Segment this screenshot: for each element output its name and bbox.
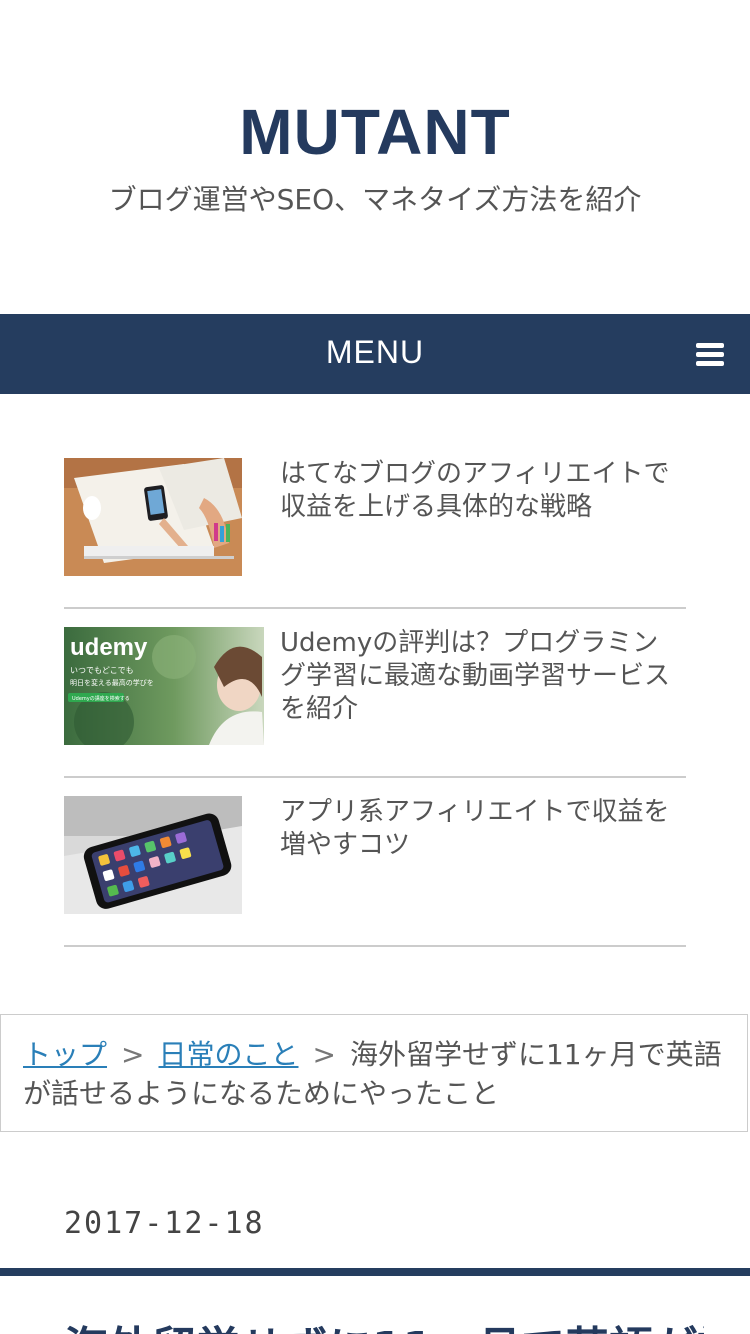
udemy-banner-icon: udemy いつでもどこでも 明日を変える最高の学びを Udemyの講座を検索す… xyxy=(64,627,264,745)
udemy-tagline-2: 明日を変える最高の学びを xyxy=(70,678,154,687)
page: MUTANT ブログ運営やSEO、マネタイズ方法を紹介 MENU はてなブログの… xyxy=(0,0,750,1334)
post-date: 2017-12-18 xyxy=(64,1206,265,1241)
breadcrumb-separator: > xyxy=(312,1038,336,1071)
related-article-title[interactable]: アプリ系アフィリエイトで収益を増やすコツ xyxy=(280,796,682,862)
breadcrumb-link-category[interactable]: 日常のこと xyxy=(158,1038,298,1071)
related-article-item[interactable]: udemy いつでもどこでも 明日を変える最高の学びを Udemyの講座を検索す… xyxy=(64,609,686,778)
menu-label[interactable]: MENU xyxy=(0,334,750,371)
breadcrumb-link-top[interactable]: トップ xyxy=(23,1038,107,1071)
related-article-title[interactable]: Udemyの評判は？プログラミング学習に最適な動画学習サービスを紹介 xyxy=(280,627,682,726)
menu-bar[interactable]: MENU xyxy=(0,314,750,394)
post-title-rule xyxy=(0,1268,750,1276)
breadcrumb-separator: > xyxy=(121,1038,145,1071)
article-thumbnail[interactable] xyxy=(64,796,242,914)
breadcrumb: トップ > 日常のこと > 海外留学せずに11ヶ月で英語が話せるようになるためにやったこ… xyxy=(0,1014,748,1132)
udemy-logo-text: udemy xyxy=(70,634,148,661)
site-title[interactable]: MUTANT xyxy=(0,95,750,169)
desk-sketch-photo-icon xyxy=(64,458,242,576)
article-thumbnail[interactable]: udemy いつでもどこでも 明日を変える最高の学びを Udemyの講座を検索す… xyxy=(64,627,264,745)
related-article-item[interactable]: はてなブログのアフィリエイトで収益を上げる具体的な戦略 xyxy=(64,440,686,609)
post-title: 海外留学せずに11ヶ月で英語が話せるようになるためにやったこと xyxy=(64,1319,704,1334)
site-description: ブログ運営やSEO、マネタイズ方法を紹介 xyxy=(108,183,642,216)
udemy-tagline-1: いつでもどこでも xyxy=(70,666,134,675)
hamburger-icon[interactable] xyxy=(696,343,724,367)
related-article-title[interactable]: はてなブログのアフィリエイトで収益を上げる具体的な戦略 xyxy=(280,458,682,524)
article-thumbnail[interactable] xyxy=(64,458,242,576)
udemy-cta: Udemyの講座を検索する xyxy=(72,695,130,702)
site-header: MUTANT ブログ運営やSEO、マネタイズ方法を紹介 xyxy=(0,0,750,314)
smartphone-photo-icon xyxy=(64,796,242,914)
related-articles-list: はてなブログのアフィリエイトで収益を上げる具体的な戦略 udemy いつでもどこ… xyxy=(64,440,686,947)
related-article-item[interactable]: アプリ系アフィリエイトで収益を増やすコツ xyxy=(64,778,686,947)
